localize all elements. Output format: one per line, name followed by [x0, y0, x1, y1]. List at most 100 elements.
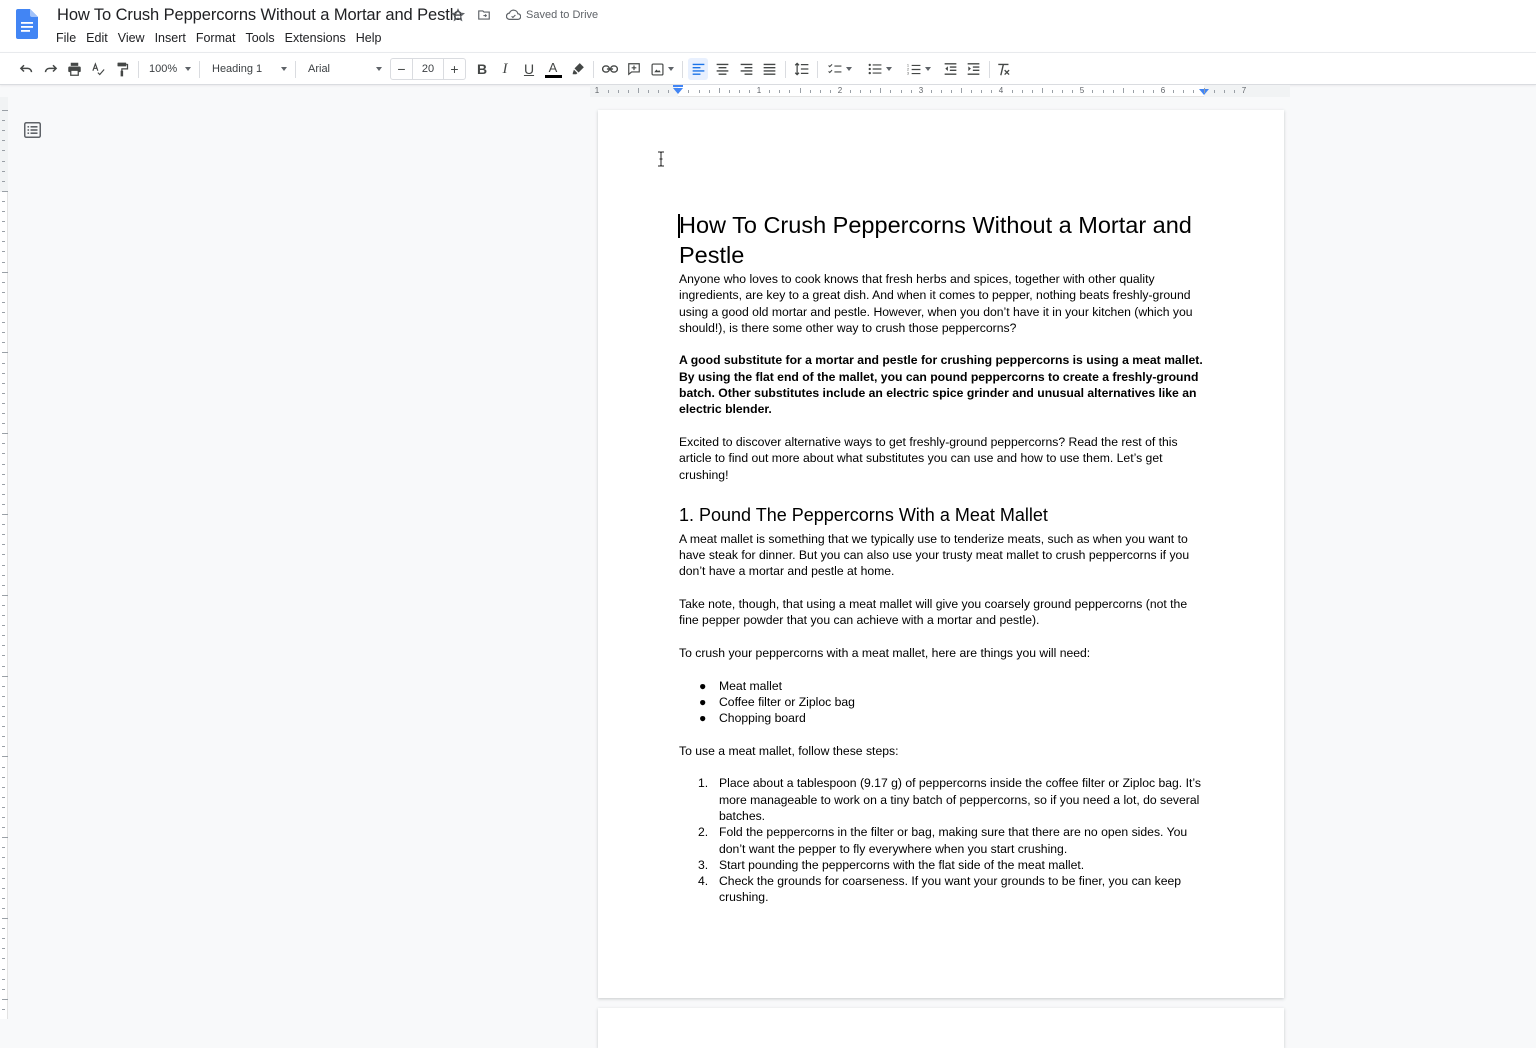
- google-docs-logo-icon[interactable]: [16, 9, 38, 39]
- ruler-tick: [627, 90, 629, 93]
- teaser-paragraph[interactable]: Excited to discover alternative ways to …: [679, 434, 1204, 483]
- line-spacing-button[interactable]: [791, 58, 811, 80]
- paint-format-button[interactable]: [112, 58, 132, 80]
- ruler-label: 4: [998, 86, 1004, 95]
- align-left-button[interactable]: [688, 58, 708, 80]
- intro-paragraph[interactable]: Anyone who loves to cook knows that fres…: [679, 271, 1204, 336]
- vertical-ruler[interactable]: [0, 97, 8, 1019]
- ruler-tick: [1173, 90, 1175, 93]
- insert-image-button[interactable]: [648, 58, 676, 80]
- ruler-tick: [2, 190, 8, 192]
- menu-view[interactable]: View: [113, 30, 150, 46]
- menu-tools[interactable]: Tools: [240, 30, 279, 46]
- toolbar-separator: [989, 61, 990, 78]
- menu-file[interactable]: File: [51, 30, 81, 46]
- list-item[interactable]: ● Coffee filter or Ziploc bag: [679, 694, 1204, 710]
- ruler-tick: [2, 382, 5, 384]
- save-status-text: Saved to Drive: [526, 9, 599, 21]
- ruler-tick: [2, 180, 5, 182]
- document-page[interactable]: How To Crush Peppercorns Without a Morta…: [598, 110, 1284, 998]
- chevron-down-icon: [925, 67, 931, 71]
- ruler-tick: [2, 786, 5, 788]
- document-title[interactable]: How To Crush Peppercorns Without a Morta…: [57, 6, 462, 25]
- ruler-tick: [1213, 90, 1215, 93]
- text-color-button[interactable]: A: [543, 58, 563, 80]
- move-to-folder-icon[interactable]: [476, 7, 492, 23]
- ruler-tick: [870, 90, 872, 93]
- menu-help[interactable]: Help: [351, 30, 387, 46]
- redo-button[interactable]: [40, 58, 60, 80]
- horizontal-ruler[interactable]: 1 1 2 3 4 5 6 7: [590, 85, 1290, 97]
- paragraph-style-select[interactable]: Heading 1: [208, 58, 290, 80]
- decrease-indent-button[interactable]: [940, 58, 960, 80]
- underline-button[interactable]: U: [519, 58, 539, 80]
- list-item[interactable]: ● Meat mallet: [679, 678, 1204, 694]
- summary-paragraph[interactable]: A good substitute for a mortar and pestl…: [679, 352, 1204, 417]
- ruler-tick: [2, 695, 5, 697]
- ruler-label: 7: [1241, 86, 1247, 95]
- document-page-2[interactable]: [598, 1008, 1284, 1048]
- ruler-tick: [2, 473, 5, 475]
- ruler-tick: [2, 928, 5, 930]
- section-paragraph[interactable]: To use a meat mallet, follow these steps…: [679, 743, 1204, 759]
- ruler-tick: [2, 685, 5, 687]
- menu-edit[interactable]: Edit: [81, 30, 113, 46]
- justify-button[interactable]: [759, 58, 779, 80]
- ruler-tick: [2, 514, 8, 515]
- section-paragraph[interactable]: To crush your peppercorns with a meat ma…: [679, 645, 1204, 661]
- paragraph-style-value: Heading 1: [212, 63, 263, 75]
- section-paragraph[interactable]: A meat mallet is something that we typic…: [679, 531, 1204, 580]
- numbered-list-button[interactable]: 123: [902, 58, 936, 80]
- save-status[interactable]: Saved to Drive: [506, 9, 598, 21]
- menu-insert[interactable]: Insert: [150, 30, 191, 46]
- font-size-input[interactable]: 20: [412, 59, 444, 79]
- list-item[interactable]: ● Chopping board: [679, 710, 1204, 726]
- font-family-select[interactable]: Arial: [303, 58, 385, 80]
- checklist-icon: [828, 63, 842, 74]
- document-heading[interactable]: How To Crush Peppercorns Without a Morta…: [678, 210, 1204, 270]
- paint-format-icon: [117, 62, 128, 76]
- ruler-tick: [2, 847, 5, 849]
- menu-extensions[interactable]: Extensions: [280, 30, 351, 46]
- list-item[interactable]: 4. Check the grounds for coarseness. If y…: [679, 873, 1204, 906]
- document-outline-icon[interactable]: [24, 122, 41, 138]
- left-indent-marker[interactable]: [673, 88, 683, 94]
- section-paragraph[interactable]: Take note, though, that using a meat mal…: [679, 596, 1204, 629]
- first-line-indent-marker[interactable]: [673, 85, 683, 87]
- bullet-icon: ●: [699, 711, 707, 726]
- document-body[interactable]: How To Crush Peppercorns Without a Morta…: [678, 210, 1204, 906]
- bold-button[interactable]: B: [472, 58, 492, 80]
- ruler-tick: [2, 332, 5, 334]
- italic-button[interactable]: I: [495, 58, 515, 80]
- highlight-color-button[interactable]: [568, 58, 588, 80]
- add-comment-button[interactable]: [624, 58, 644, 80]
- increase-indent-button[interactable]: [963, 58, 983, 80]
- print-button[interactable]: [64, 58, 84, 80]
- ruler-tick: [2, 120, 5, 122]
- ruler-tick: [617, 90, 619, 93]
- ruler-tick: [2, 261, 5, 263]
- decrease-font-size-button[interactable]: −: [391, 59, 412, 79]
- ruler-tick: [2, 817, 5, 818]
- align-right-button[interactable]: [736, 58, 756, 80]
- insert-link-button[interactable]: [600, 58, 620, 80]
- spellcheck-button[interactable]: [88, 58, 108, 80]
- bulleted-list-button[interactable]: [863, 58, 897, 80]
- list-item[interactable]: 1. Place about a tablespoon (9.17 g) of p…: [679, 775, 1204, 824]
- checklist-button[interactable]: [823, 58, 857, 80]
- clear-formatting-button[interactable]: [994, 58, 1014, 80]
- zoom-select[interactable]: 100%: [146, 58, 194, 80]
- chevron-down-icon: [886, 67, 892, 71]
- bullet-icon: ●: [699, 678, 707, 693]
- toolbar-separator: [199, 61, 200, 78]
- ruler-tick: [2, 372, 5, 374]
- ruler-label: 1: [756, 86, 762, 95]
- undo-button[interactable]: [16, 58, 36, 80]
- increase-font-size-button[interactable]: +: [444, 59, 465, 79]
- list-item[interactable]: 3. Start pounding the peppercorns with th…: [679, 857, 1204, 873]
- star-icon[interactable]: [450, 7, 466, 23]
- section-heading[interactable]: 1. Pound The Peppercorns With a Meat Mal…: [679, 503, 1204, 527]
- list-item[interactable]: 2. Fold the peppercorns in the filter or …: [679, 824, 1204, 857]
- menu-format[interactable]: Format: [191, 30, 241, 46]
- align-center-button[interactable]: [712, 58, 732, 80]
